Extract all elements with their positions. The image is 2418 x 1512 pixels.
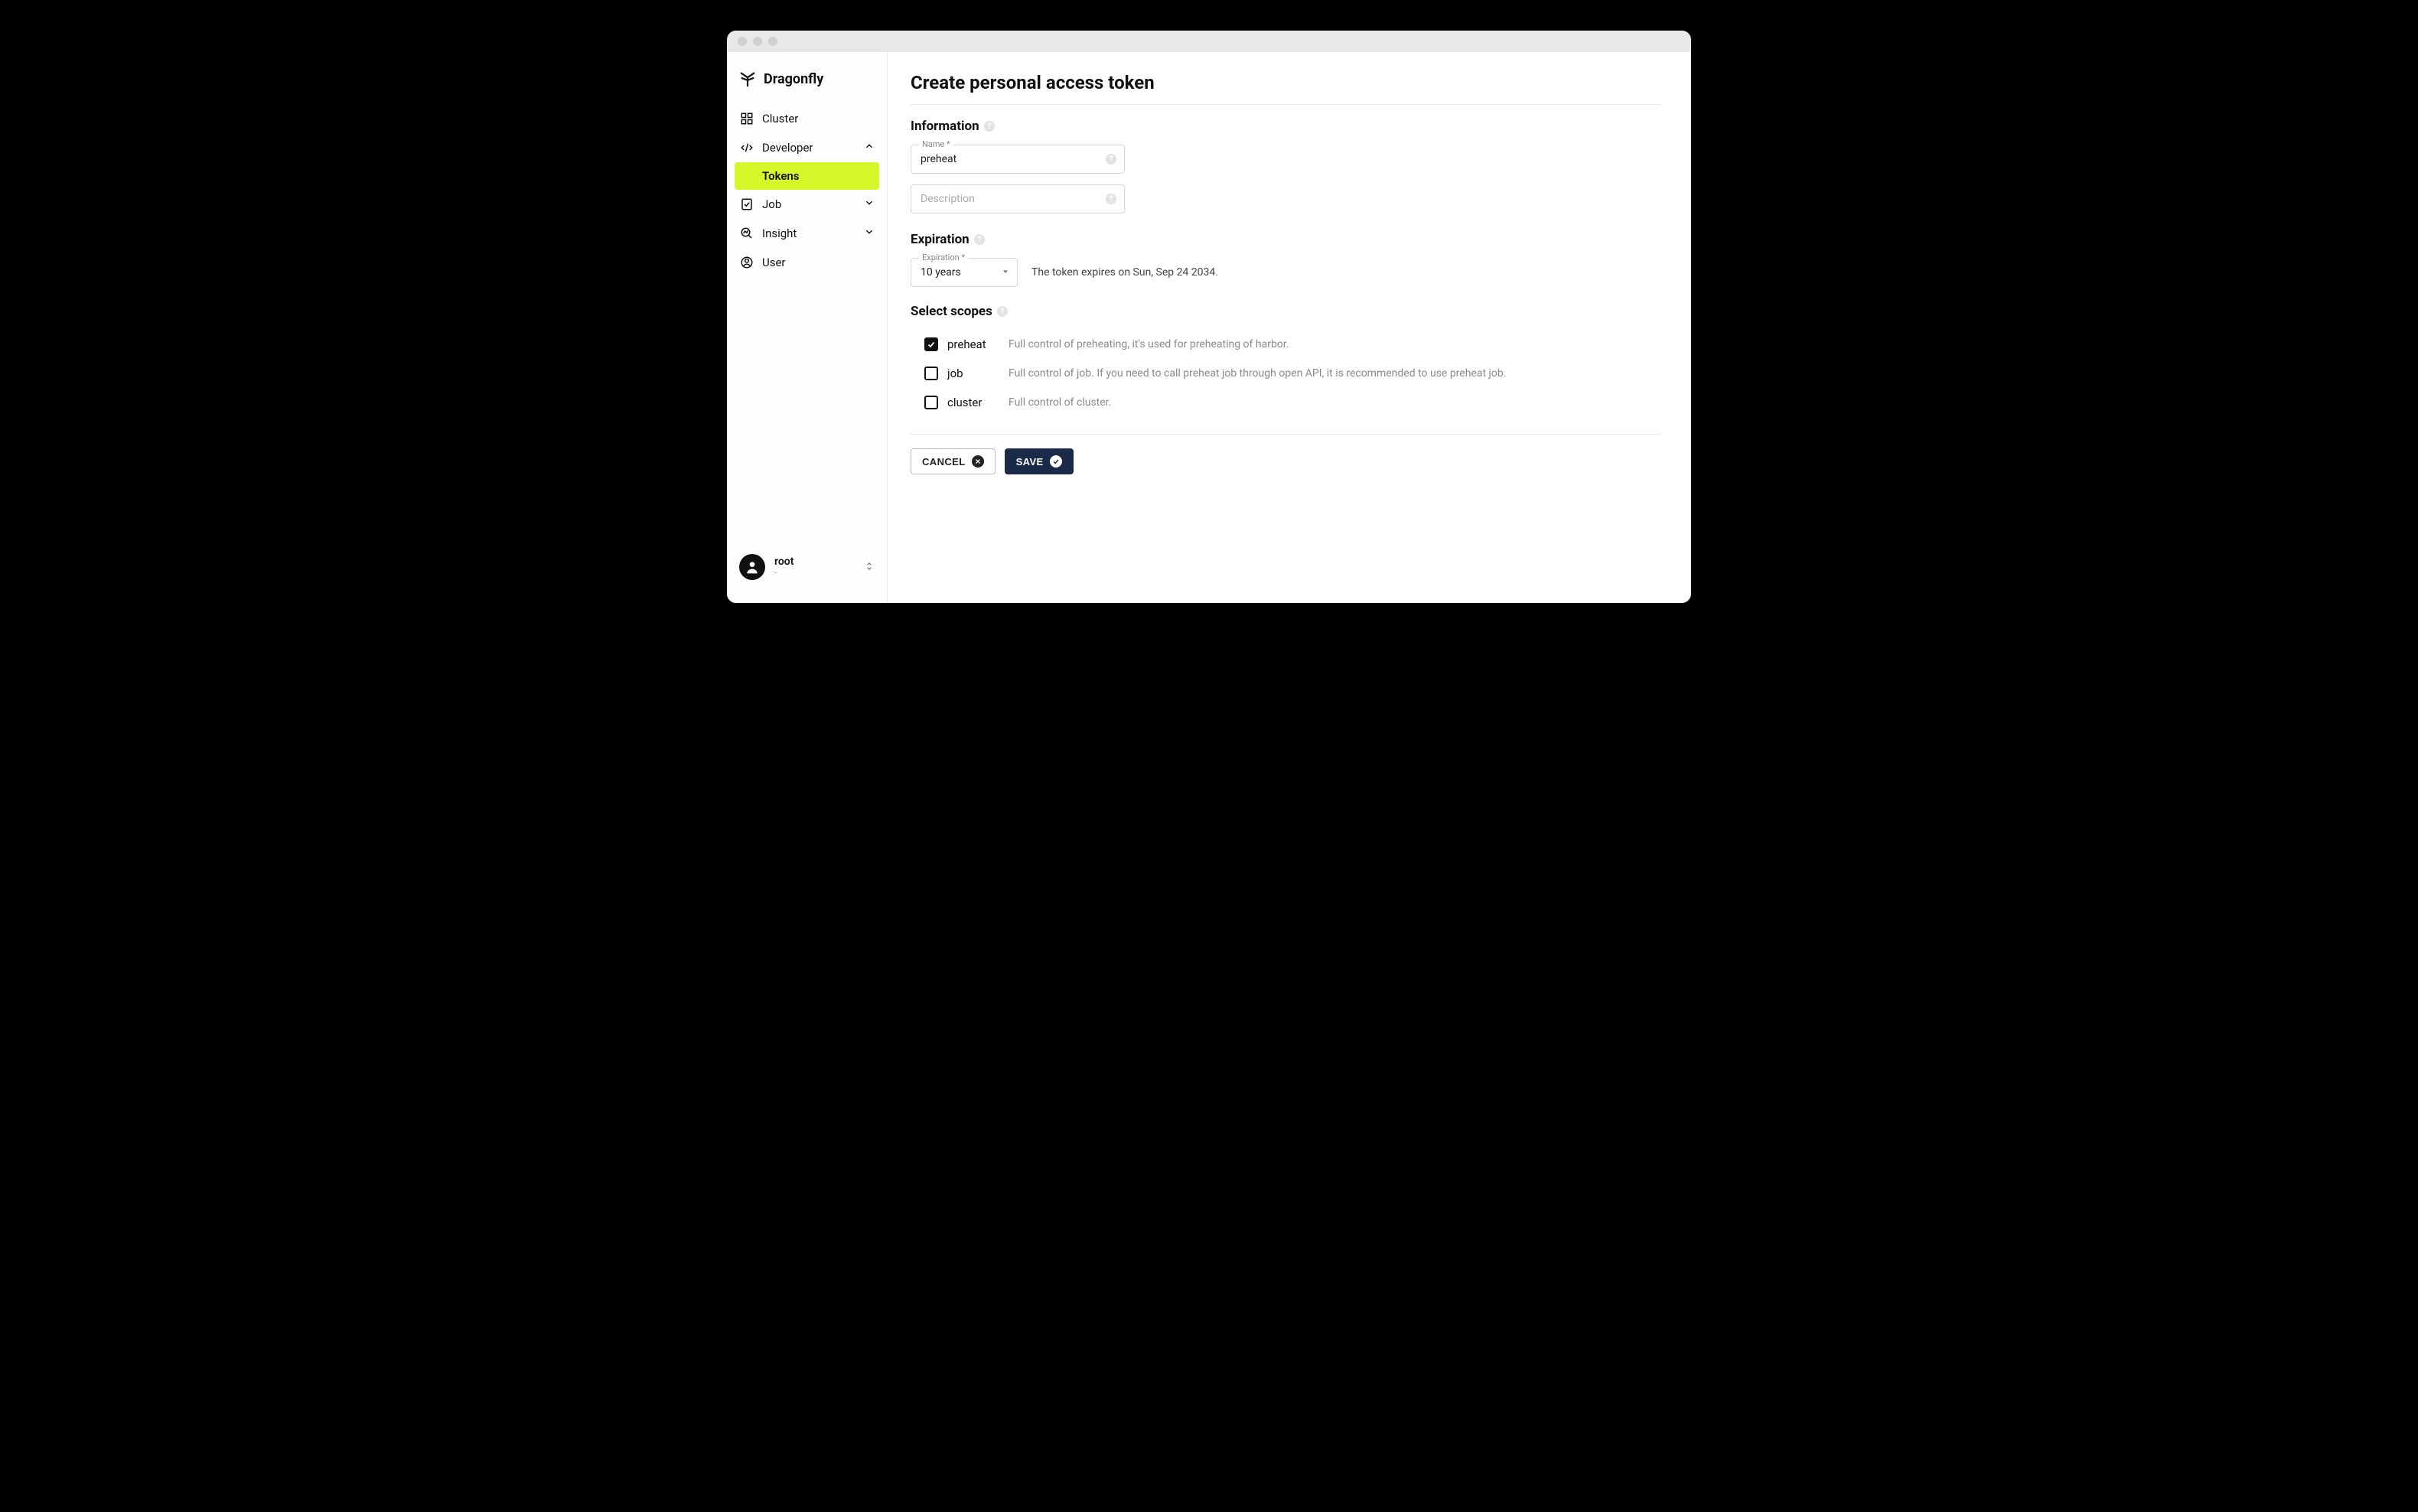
sidebar: Dragonfly Cluster <box>727 52 888 603</box>
sidebar-item-label: Cluster <box>762 112 798 125</box>
chevron-up-icon <box>864 141 875 155</box>
expiration-note: The token expires on Sun, Sep 24 2034. <box>1031 266 1218 279</box>
brand: Dragonfly <box>727 66 887 104</box>
traffic-close-icon[interactable] <box>738 37 747 46</box>
page-title: Create personal access token <box>911 72 1660 105</box>
scope-desc: Full control of cluster. <box>1009 396 1111 409</box>
window-titlebar <box>727 31 1691 52</box>
dragonfly-logo-icon <box>739 70 756 87</box>
sidebar-item-label: Insight <box>762 226 797 240</box>
sidebar-item-job[interactable]: Job <box>727 190 887 219</box>
chevron-down-icon <box>864 197 875 211</box>
sidebar-item-user[interactable]: User <box>727 248 887 277</box>
section-heading: Information <box>911 119 979 134</box>
traffic-min-icon[interactable] <box>753 37 762 46</box>
section-heading: Expiration <box>911 232 969 247</box>
user-name: root <box>774 556 794 568</box>
chevron-down-icon <box>864 226 875 240</box>
save-button-label: Save <box>1016 456 1044 468</box>
scopes-list: preheat Full control of preheating, it's… <box>911 330 1660 417</box>
brand-name: Dragonfly <box>764 71 823 87</box>
sidebar-item-label: Job <box>762 197 781 211</box>
scope-row-preheat: preheat Full control of preheating, it's… <box>924 330 1660 359</box>
cancel-button[interactable]: Cancel <box>911 448 996 474</box>
checkbox-job[interactable] <box>924 367 938 380</box>
caret-down-icon <box>1002 266 1009 279</box>
insight-icon <box>739 226 754 241</box>
description-field[interactable]: Description ? <box>911 184 1125 213</box>
help-icon[interactable]: ? <box>997 306 1008 317</box>
scope-name: cluster <box>947 396 999 409</box>
avatar <box>739 554 765 580</box>
user-block: root - <box>774 556 794 577</box>
description-field-placeholder: Description <box>921 193 975 205</box>
section-heading: Select scopes <box>911 304 992 319</box>
sidebar-item-label: User <box>762 256 786 269</box>
checkbox-cluster[interactable] <box>924 396 938 409</box>
cluster-icon <box>739 111 754 126</box>
traffic-max-icon[interactable] <box>768 37 777 46</box>
help-icon[interactable]: ? <box>1106 154 1116 165</box>
expiration-select-label: Expiration * <box>919 253 968 262</box>
scope-name: job <box>947 367 999 380</box>
cancel-button-label: Cancel <box>922 456 966 468</box>
sidebar-item-developer[interactable]: Developer <box>727 133 887 162</box>
check-icon <box>1050 455 1062 468</box>
sort-icon <box>864 560 875 575</box>
help-icon[interactable]: ? <box>1106 194 1116 204</box>
scope-desc: Full control of job. If you need to call… <box>1009 367 1506 380</box>
cancel-icon <box>972 455 984 468</box>
sidebar-nav: Cluster Developer Tokens <box>727 104 887 543</box>
expiration-select-value: 10 years <box>921 266 961 279</box>
name-field[interactable]: Name * preheat ? <box>911 145 1125 174</box>
sidebar-item-insight[interactable]: Insight <box>727 219 887 248</box>
app-window: Dragonfly Cluster <box>727 31 1691 603</box>
sidebar-item-label: Developer <box>762 141 813 155</box>
scope-row-job: job Full control of job. If you need to … <box>924 359 1660 388</box>
section-information: Information ? <box>911 119 1660 134</box>
help-icon[interactable]: ? <box>974 234 985 245</box>
divider <box>911 434 1660 435</box>
name-field-value: preheat <box>921 153 956 165</box>
checkbox-preheat[interactable] <box>924 337 938 351</box>
user-subtitle: - <box>774 569 794 578</box>
job-icon <box>739 197 754 212</box>
help-icon[interactable]: ? <box>984 121 995 132</box>
save-button[interactable]: Save <box>1005 448 1074 474</box>
section-scopes: Select scopes ? <box>911 304 1660 319</box>
scope-row-cluster: cluster Full control of cluster. <box>924 388 1660 417</box>
scope-desc: Full control of preheating, it's used fo… <box>1009 338 1289 350</box>
scope-name: preheat <box>947 337 999 351</box>
section-expiration: Expiration ? <box>911 232 1660 247</box>
code-icon <box>739 140 754 155</box>
name-field-label: Name * <box>919 139 953 149</box>
sidebar-item-label: Tokens <box>762 169 800 183</box>
user-icon <box>739 255 754 270</box>
main-content: Create personal access token Information… <box>888 52 1691 603</box>
button-row: Cancel Save <box>911 448 1660 474</box>
sidebar-item-tokens[interactable]: Tokens <box>735 162 879 190</box>
sidebar-item-cluster[interactable]: Cluster <box>727 104 887 133</box>
expiration-select[interactable]: Expiration * 10 years <box>911 258 1018 287</box>
sidebar-user[interactable]: root - <box>727 543 887 603</box>
